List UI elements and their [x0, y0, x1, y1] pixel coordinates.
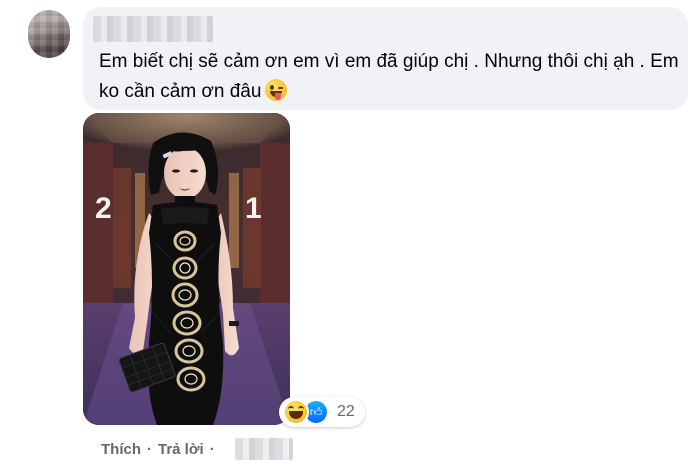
winking-tongue-emoji-icon [265, 79, 288, 101]
avatar-blur [28, 10, 70, 58]
reactions-pill[interactable]: 👍︎ 22 [279, 397, 365, 427]
avatar[interactable] [28, 10, 70, 58]
action-separator: · [147, 440, 152, 458]
comment-actions: Thích · Trả lời · [101, 438, 293, 460]
reply-button[interactable]: Trả lời [158, 441, 204, 458]
comment-thread: Em biết chị sẽ cảm ơn em vì em đã giúp c… [0, 0, 695, 464]
reaction-count: 22 [337, 403, 355, 420]
bg-number-right: 1 [245, 192, 262, 225]
like-button[interactable]: Thích [101, 441, 141, 458]
bg-number-left: 2 [95, 192, 112, 225]
comment-photo[interactable]: 2 1 [83, 113, 290, 425]
comment-text: Em biết chị sẽ cảm ơn em vì em đã giúp c… [99, 47, 679, 107]
comment-body: Em biết chị sẽ cảm ơn em vì em đã giúp c… [99, 51, 679, 102]
comment-timestamp[interactable] [234, 438, 293, 460]
action-separator-2: · [209, 440, 215, 458]
comment-bubble: Em biết chị sẽ cảm ơn em vì em đã giúp c… [83, 7, 688, 110]
author-name[interactable] [93, 16, 213, 42]
haha-reaction-icon [283, 399, 309, 425]
